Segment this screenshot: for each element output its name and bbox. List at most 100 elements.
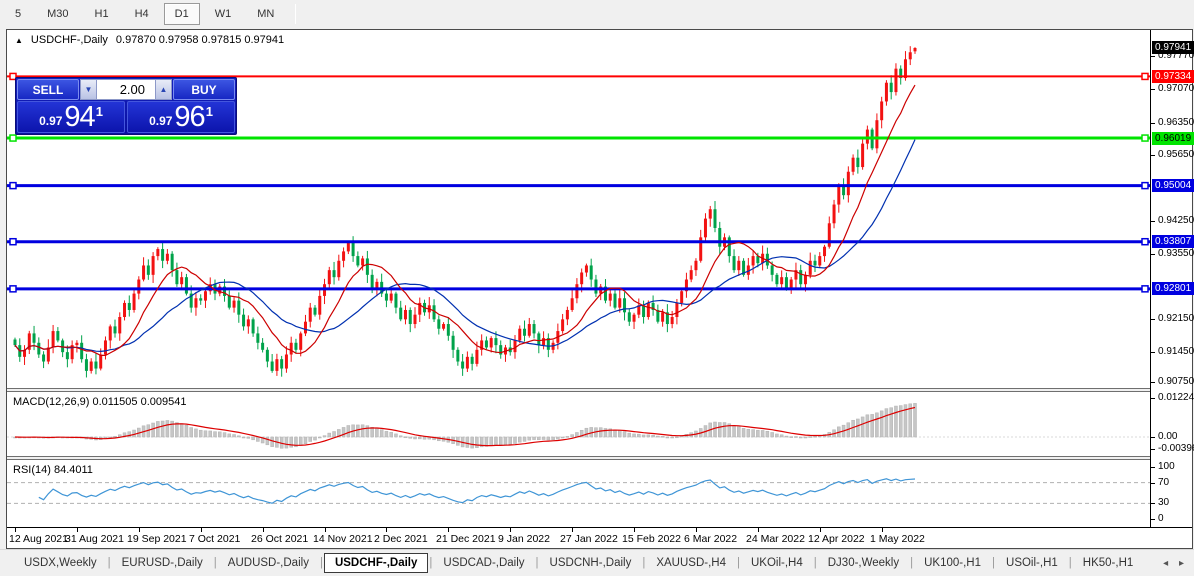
tab-usdcad-daily[interactable]: USDCAD-,Daily <box>433 553 534 573</box>
date-tick <box>820 528 821 532</box>
timeframe-button-mn[interactable]: MN <box>246 3 285 25</box>
date-axis: 12 Aug 2021 31 Aug 2021 19 Sep 2021 7 Oct 2… <box>7 528 1192 548</box>
tab-hk50-h1[interactable]: HK50-,H1 <box>1073 553 1144 573</box>
timeframe-button-d1[interactable]: D1 <box>163 3 200 25</box>
volume-value[interactable]: 2.00 <box>97 79 155 100</box>
rsi-axis-label: 100 <box>1151 461 1193 473</box>
macd-label: MACD(12,26,9) 0.011505 0.009541 <box>13 396 187 408</box>
volume-spinner: ▼ 2.00 ▲ <box>80 79 172 100</box>
toolbar-separator <box>295 4 297 24</box>
tab-divider: | <box>319 557 323 569</box>
sell-price-pip: 1 <box>95 104 103 119</box>
date-label: 1 May 2022 <box>870 533 925 545</box>
date-label: 19 Sep 2021 <box>127 533 187 545</box>
tab-xauusd-h4[interactable]: XAUUSD-,H4 <box>646 553 736 573</box>
date-tick <box>696 528 697 532</box>
date-tick <box>510 528 511 532</box>
price-tick-label: 0.97070 <box>1151 83 1194 95</box>
date-tick <box>77 528 78 532</box>
rsi-pane[interactable] <box>7 460 1150 527</box>
date-label: 14 Nov 2021 <box>313 533 373 545</box>
tab-usdcnh-daily[interactable]: USDCNH-,Daily <box>540 553 642 573</box>
tab-divider: | <box>642 557 646 569</box>
rsi-axis-label: 30 <box>1151 497 1193 509</box>
price-axis: 0.97770 0.97070 0.96350 0.95650 0.94250 0.935… <box>1150 30 1194 527</box>
macd-axis-label: 0.00 <box>1151 431 1193 443</box>
date-tick <box>201 528 202 532</box>
date-label: 7 Oct 2021 <box>189 533 241 545</box>
tab-ukoil-h4[interactable]: UKOil-,H4 <box>741 553 813 573</box>
tab-divider: | <box>429 557 433 569</box>
date-label: 9 Jan 2022 <box>498 533 550 545</box>
date-label: 27 Jan 2022 <box>560 533 618 545</box>
volume-down-icon[interactable]: ▼ <box>80 79 97 100</box>
chart-ohlc-values: 0.97870 0.97958 0.97815 0.97941 <box>115 34 285 46</box>
chart-window: ▲ USDCHF-,Daily 0.97870 0.97958 0.97815 … <box>6 29 1194 549</box>
price-tick-label: 0.93550 <box>1151 248 1194 260</box>
sell-price-button[interactable]: 0.97 94 1 <box>17 101 125 133</box>
sell-button[interactable]: SELL <box>17 79 79 100</box>
price-tick-label: 0.95650 <box>1151 149 1194 161</box>
price-tick-label: 0.94250 <box>1151 215 1194 227</box>
symbol-tab-bar: USDX,Weekly | EURUSD-,Daily | AUDUSD-,Daily |… <box>0 549 1194 576</box>
rsi-axis-label: 0 <box>1151 513 1193 525</box>
tab-divider: | <box>535 557 539 569</box>
date-label: 21 Dec 2021 <box>436 533 496 545</box>
tab-uk100-h1[interactable]: UK100-,H1 <box>914 553 991 573</box>
date-tick <box>572 528 573 532</box>
price-line-label: 0.97941 <box>1152 41 1194 54</box>
buy-price-button[interactable]: 0.97 96 1 <box>127 101 235 133</box>
tab-usdx-weekly[interactable]: USDX,Weekly <box>14 553 107 573</box>
date-tick <box>882 528 883 532</box>
tab-scroll-arrows-icon[interactable]: ◂ ▸ <box>1163 558 1194 569</box>
chart-symbol-period: USDCHF-,Daily <box>30 34 108 46</box>
date-label: 26 Oct 2021 <box>251 533 309 545</box>
tab-audusd-daily[interactable]: AUDUSD-,Daily <box>218 553 319 573</box>
tab-divider: | <box>213 557 217 569</box>
price-line-label: 0.97334 <box>1152 70 1194 83</box>
price-line-label: 0.95004 <box>1152 179 1194 192</box>
buy-button[interactable]: BUY <box>173 79 235 100</box>
sell-price-prefix: 0.97 <box>39 114 63 128</box>
date-tick <box>758 528 759 532</box>
tab-eurusd-daily[interactable]: EURUSD-,Daily <box>112 553 213 573</box>
price-tick-label: 0.91450 <box>1151 346 1194 358</box>
volume-up-icon[interactable]: ▲ <box>155 79 172 100</box>
timeframe-button-m30[interactable]: M30 <box>36 3 79 25</box>
tab-divider: | <box>107 557 111 569</box>
date-tick <box>448 528 449 532</box>
chart-title: ▲ USDCHF-,Daily 0.97870 0.97958 0.97815 … <box>15 34 284 46</box>
timeframe-toolbar: 5 M30 H1 H4 D1 W1 MN <box>0 0 1194 28</box>
date-label: 6 Mar 2022 <box>684 533 738 545</box>
macd-axis-label: -0.003963 <box>1151 443 1194 455</box>
date-tick <box>263 528 264 532</box>
timeframe-button-h4[interactable]: H4 <box>124 3 160 25</box>
buy-price-prefix: 0.97 <box>149 114 173 128</box>
tab-usoil-h1[interactable]: USOil-,H1 <box>996 553 1068 573</box>
date-tick <box>325 528 326 532</box>
date-label: 12 Apr 2022 <box>808 533 865 545</box>
price-tick-label: 0.96350 <box>1151 117 1194 129</box>
one-click-trade-panel: SELL ▼ 2.00 ▲ BUY 0.97 94 1 0.97 96 1 <box>15 77 237 135</box>
tab-usdchf-daily[interactable]: USDCHF-,Daily <box>323 553 429 573</box>
price-tick-label: 0.92150 <box>1151 313 1194 325</box>
buy-price-big: 96 <box>174 101 205 133</box>
timeframe-button-5[interactable]: 5 <box>4 3 32 25</box>
date-tick <box>634 528 635 532</box>
tab-divider: | <box>736 557 740 569</box>
buy-price-pip: 1 <box>205 104 213 119</box>
collapse-triangle-icon[interactable]: ▲ <box>15 36 23 45</box>
date-label: 15 Feb 2022 <box>622 533 681 545</box>
date-label: 2 Dec 2021 <box>374 533 428 545</box>
tab-divider: | <box>813 557 817 569</box>
tab-divider: | <box>910 557 914 569</box>
timeframe-button-h1[interactable]: H1 <box>84 3 120 25</box>
timeframe-button-w1[interactable]: W1 <box>204 3 243 25</box>
sell-price-big: 94 <box>64 101 95 133</box>
date-label: 31 Aug 2021 <box>65 533 124 545</box>
date-tick <box>15 528 16 532</box>
tab-dj30-weekly[interactable]: DJ30-,Weekly <box>818 553 909 573</box>
price-line-label: 0.93807 <box>1152 235 1194 248</box>
date-label: 12 Aug 2021 <box>9 533 68 545</box>
tab-divider: | <box>1068 557 1072 569</box>
